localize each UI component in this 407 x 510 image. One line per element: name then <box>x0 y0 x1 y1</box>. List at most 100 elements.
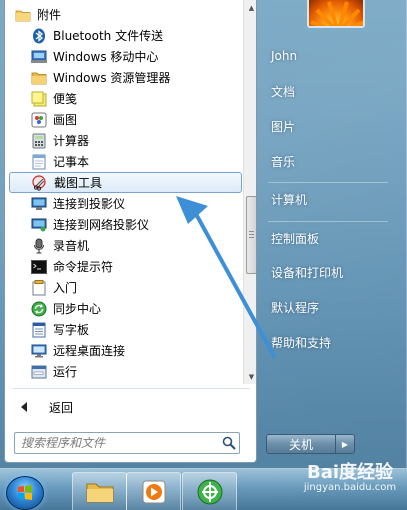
right-link-label: 帮助和支持 <box>271 335 332 350</box>
computer-link[interactable]: 计算机 <box>265 186 395 212</box>
program-label: 入门 <box>53 281 78 295</box>
program-item-remote-desktop[interactable]: 远程桌面连接 <box>9 340 242 361</box>
start-menu: 附件 Bluetooth 文件传送 Windows 移动中心 Windows 资… <box>0 0 407 468</box>
pictures-link[interactable]: 图片 <box>265 113 395 139</box>
program-label: 记事本 <box>53 155 90 169</box>
documents-link[interactable]: 文档 <box>265 78 395 104</box>
search-input[interactable] <box>15 433 219 453</box>
search-icon[interactable] <box>219 433 239 453</box>
program-item-wordpad[interactable]: 写字板 <box>9 319 242 340</box>
program-item-paint[interactable]: 画图 <box>9 109 242 130</box>
program-label: Windows 移动中心 <box>53 50 159 64</box>
back-button[interactable]: 返回 <box>11 396 251 418</box>
folder-icon <box>86 483 113 502</box>
program-item-accessories[interactable]: 附件 <box>9 4 242 25</box>
snipping-tool-icon <box>32 174 48 191</box>
scroll-down-arrow-icon[interactable]: ▼ <box>244 369 256 384</box>
taskbar-browser-button[interactable] <box>182 472 237 510</box>
program-item-command-prompt[interactable]: 命令提示符 <box>9 256 242 277</box>
program-label: 计算器 <box>53 134 90 148</box>
program-label: 写字板 <box>53 323 90 337</box>
program-item-calculator[interactable]: 计算器 <box>9 130 242 151</box>
browser-icon <box>197 479 222 504</box>
program-list: 附件 Bluetooth 文件传送 Windows 移动中心 Windows 资… <box>9 4 242 384</box>
media-player-icon <box>142 480 165 503</box>
program-item-snipping-tool[interactable]: 截图工具 <box>9 172 242 193</box>
right-link-label: 音乐 <box>271 154 296 169</box>
network-projector-icon <box>31 217 47 233</box>
shutdown-control: 关机 ▶ <box>266 434 356 454</box>
right-pane-separator <box>268 221 388 222</box>
program-label: 截图工具 <box>54 176 103 190</box>
program-item-bluetooth[interactable]: Bluetooth 文件传送 <box>9 25 242 46</box>
program-item-notepad[interactable]: 记事本 <box>9 151 242 172</box>
program-label: 连接到投影仪 <box>53 197 126 211</box>
program-label: 远程桌面连接 <box>53 344 126 358</box>
program-label: 便笺 <box>53 92 78 106</box>
program-label: 同步中心 <box>53 302 102 316</box>
mobility-center-icon <box>31 49 47 65</box>
right-link-label: 默认程序 <box>271 300 320 315</box>
right-link-label: 文档 <box>271 84 296 99</box>
program-label: 运行 <box>53 365 78 379</box>
shutdown-options-arrow-icon[interactable]: ▶ <box>336 434 355 454</box>
program-item-run[interactable]: 运行 <box>9 361 242 382</box>
help-support-link[interactable]: 帮助和支持 <box>265 329 395 355</box>
program-item-explorer[interactable]: Windows 资源管理器 <box>9 67 242 88</box>
right-link-label: 图片 <box>271 119 296 134</box>
programs-pane: 附件 Bluetooth 文件传送 Windows 移动中心 Windows 资… <box>4 0 257 463</box>
right-pane-separator <box>268 182 388 183</box>
program-item-mobility-center[interactable]: Windows 移动中心 <box>9 46 242 67</box>
sticky-notes-icon <box>31 91 47 107</box>
program-label: 画图 <box>53 113 78 127</box>
program-label: 附件 <box>37 8 62 22</box>
wordpad-icon <box>31 322 47 338</box>
projector-icon <box>31 196 47 212</box>
notepad-icon <box>31 154 47 170</box>
calculator-icon <box>31 133 47 149</box>
music-link[interactable]: 音乐 <box>265 148 395 174</box>
watermark-brand: Bai度经验 <box>306 462 394 483</box>
windows-logo-icon <box>18 485 32 500</box>
bluetooth-icon <box>31 28 47 44</box>
taskbar-media-player-button[interactable] <box>126 472 181 510</box>
program-item-sticky-notes[interactable]: 便笺 <box>9 88 242 109</box>
microphone-icon <box>31 238 47 254</box>
program-label: 录音机 <box>53 239 90 253</box>
program-item-sound-recorder[interactable]: 录音机 <box>9 235 242 256</box>
right-link-label: 设备和打印机 <box>271 265 344 280</box>
control-panel-link[interactable]: 控制面板 <box>265 225 395 251</box>
scroll-up-arrow-icon[interactable]: ▲ <box>244 0 256 15</box>
back-label: 返回 <box>49 400 74 415</box>
devices-printers-link[interactable]: 设备和打印机 <box>265 259 395 285</box>
command-prompt-icon <box>31 259 47 275</box>
program-list-scrollbar[interactable]: ▲ ▼ <box>243 0 256 384</box>
folder-icon <box>15 7 31 23</box>
explorer-folder-icon <box>31 70 47 86</box>
program-item-getting-started[interactable]: 入门 <box>9 277 242 298</box>
program-label: 连接到网络投影仪 <box>53 218 150 232</box>
getting-started-icon <box>31 279 47 296</box>
paint-icon <box>31 112 47 128</box>
program-item-projector[interactable]: 连接到投影仪 <box>9 193 242 214</box>
scrollbar-thumb[interactable] <box>246 196 256 274</box>
program-item-sync-center[interactable]: 同步中心 <box>9 298 242 319</box>
remote-desktop-icon <box>31 343 47 359</box>
program-label: 命令提示符 <box>53 260 114 274</box>
watermark-url: jingyan.baidu.com <box>303 482 397 493</box>
run-icon <box>31 364 47 380</box>
baidu-watermark: Bai度经验 jingyan.baidu.com <box>300 458 400 508</box>
user-avatar[interactable] <box>307 0 365 28</box>
right-link-label: 控制面板 <box>271 231 320 246</box>
start-orb-button[interactable] <box>6 476 44 510</box>
program-item-network-projector[interactable]: 连接到网络投影仪 <box>9 214 242 235</box>
default-programs-link[interactable]: 默认程序 <box>265 294 395 320</box>
list-divider <box>13 388 250 389</box>
taskbar-explorer-button[interactable] <box>72 472 127 510</box>
right-link-label: John <box>271 49 298 63</box>
right-link-label: 计算机 <box>271 192 308 207</box>
program-label: Bluetooth 文件传送 <box>53 29 164 43</box>
shutdown-button[interactable]: 关机 <box>266 434 336 454</box>
user-name-link[interactable]: John <box>265 43 395 69</box>
search-box[interactable] <box>14 432 240 454</box>
